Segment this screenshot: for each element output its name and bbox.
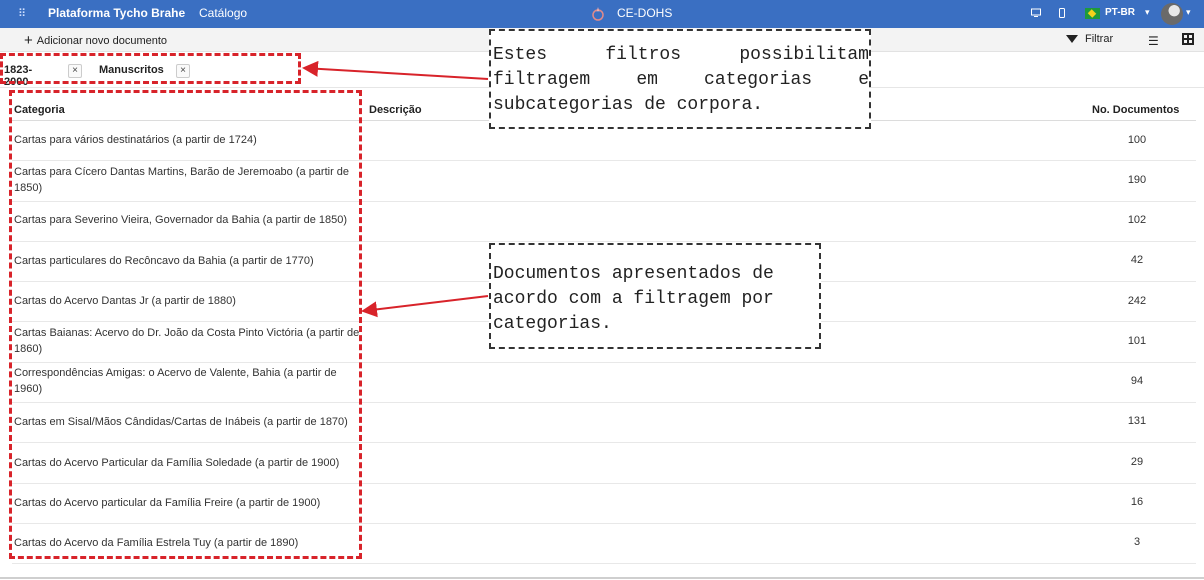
filters-arrow <box>302 60 489 80</box>
filter-icon <box>1066 35 1078 43</box>
add-document-label: Adicionar novo documento <box>36 35 168 47</box>
plus-icon: + <box>24 32 33 49</box>
filters-highlight-box <box>0 53 301 84</box>
apps-grid-icon[interactable]: ⠿ <box>18 7 26 20</box>
column-header-count[interactable]: No. Documentos <box>1092 104 1179 116</box>
divider <box>0 577 1204 579</box>
project-title: CE-DOHS <box>617 6 673 20</box>
count-cell: 101 <box>1127 335 1147 347</box>
categories-highlight-box <box>9 90 362 559</box>
brand-title[interactable]: Plataforma Tycho Brahe <box>48 6 185 20</box>
grid-view-icon[interactable] <box>1182 33 1194 45</box>
mobile-icon[interactable] <box>1057 8 1067 18</box>
count-cell: 94 <box>1130 375 1144 387</box>
list-view-icon[interactable]: ☰ <box>1148 34 1159 48</box>
section-title[interactable]: Catálogo <box>199 6 247 20</box>
count-cell: 29 <box>1130 456 1144 468</box>
count-cell: 100 <box>1127 134 1147 146</box>
count-cell: 242 <box>1127 295 1147 307</box>
filter-label: Filtrar <box>1085 33 1114 45</box>
chevron-down-icon[interactable]: ▾ <box>1186 7 1191 18</box>
documents-callout: Documentos apresentados de acordo com a … <box>489 243 821 349</box>
language-selector[interactable]: PT-BR <box>1105 7 1135 18</box>
count-cell: 102 <box>1127 214 1147 226</box>
chevron-down-icon[interactable]: ▾ <box>1145 7 1150 18</box>
count-cell: 16 <box>1130 496 1144 508</box>
brazil-flag-icon[interactable] <box>1085 8 1100 19</box>
add-document-button[interactable]: + Adicionar novo documento <box>24 32 167 49</box>
filter-button[interactable]: Filtrar <box>1066 33 1113 45</box>
count-cell: 3 <box>1133 536 1141 548</box>
top-navigation-bar: ⠿ Plataforma Tycho Brahe Catálogo CE-DOH… <box>0 0 1204 28</box>
filters-callout: Estes filtros possibilitam filtragem em … <box>489 29 871 129</box>
monitor-icon[interactable] <box>1031 8 1041 18</box>
avatar[interactable] <box>1161 3 1183 25</box>
column-header-description[interactable]: Descrição <box>369 104 422 116</box>
project-logo-icon <box>592 7 604 21</box>
count-cell: 131 <box>1127 415 1147 427</box>
count-cell: 190 <box>1127 174 1147 186</box>
count-cell: 42 <box>1130 254 1144 266</box>
